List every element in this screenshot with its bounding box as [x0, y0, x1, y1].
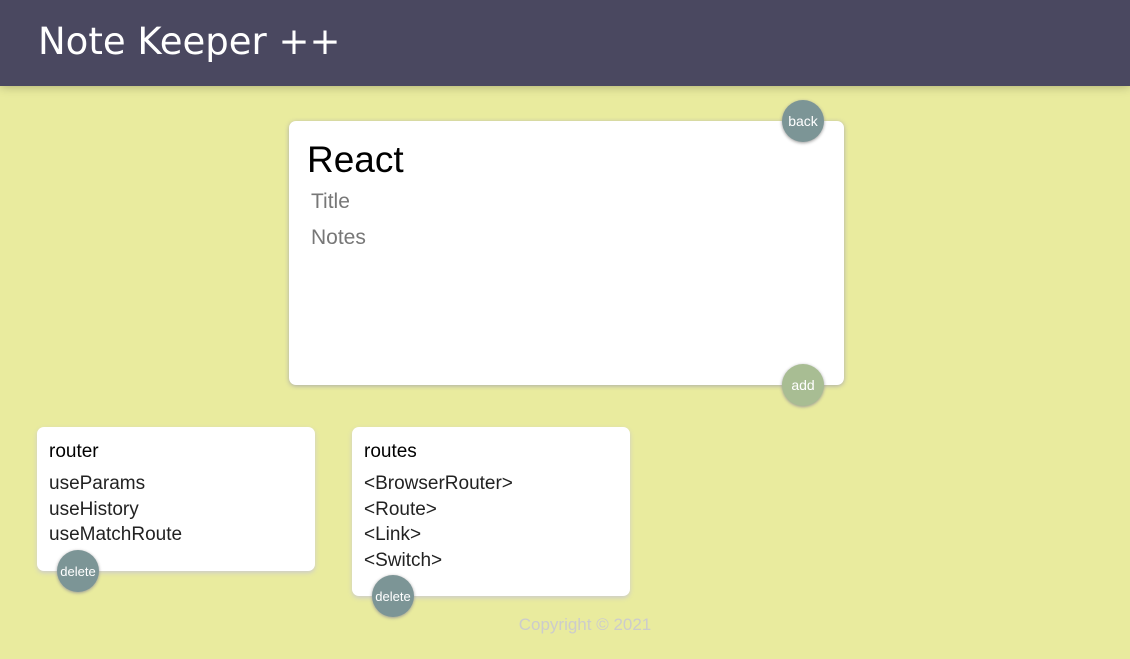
- add-button[interactable]: add: [782, 364, 824, 406]
- editor-heading: React: [307, 139, 404, 180]
- note-content: useParams useHistory useMatchRoute: [49, 471, 182, 548]
- title-input[interactable]: [311, 187, 811, 217]
- note-content: <BrowserRouter> <Route> <Link> <Switch>: [364, 471, 513, 573]
- note-card-routes: routes <BrowserRouter> <Route> <Link> <S…: [352, 427, 630, 596]
- footer-copyright: Copyright © 2021: [518, 615, 652, 634]
- note-line: <Route>: [364, 498, 437, 520]
- note-title: routes: [364, 441, 417, 462]
- note-line: useHistory: [49, 498, 139, 520]
- delete-button-router[interactable]: delete: [57, 550, 99, 592]
- note-line: useParams: [49, 473, 146, 494]
- note-line: useMatchRoute: [49, 524, 183, 545]
- note-line: <Switch>: [364, 549, 443, 571]
- app-title: Note Keeper ++: [38, 20, 341, 63]
- back-button[interactable]: back: [782, 100, 824, 142]
- notes-input[interactable]: [311, 224, 811, 364]
- app-header: Note Keeper ++: [0, 0, 1130, 86]
- note-editor-card: React: [289, 121, 844, 385]
- note-line: <Link>: [364, 524, 422, 545]
- note-title: router: [49, 441, 99, 462]
- note-line: <BrowserRouter>: [364, 473, 513, 494]
- delete-button-routes[interactable]: delete: [372, 575, 414, 617]
